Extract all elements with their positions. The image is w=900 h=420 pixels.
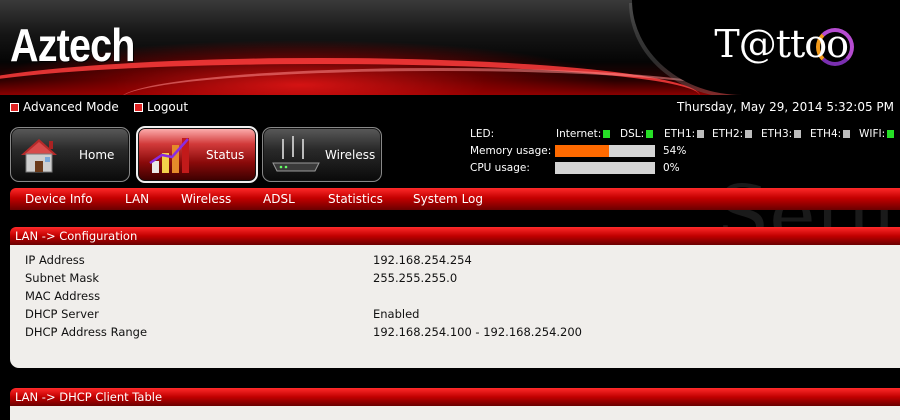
led-eth2: ETH2: — [712, 128, 753, 140]
bar-chart-icon — [149, 138, 189, 173]
dhcp-table-header: LAN -> DHCP Client Table — [10, 388, 900, 406]
led-indicator-icon — [697, 130, 705, 138]
led-indicator-icon — [745, 130, 753, 138]
led-indicator-icon — [646, 130, 654, 138]
mac-address-label: MAC Address — [25, 289, 101, 303]
ip-address-value: 192.168.254.254 — [373, 253, 472, 267]
led-label: LED: — [470, 128, 495, 140]
led-internet: Internet: — [556, 128, 611, 140]
top-bar: Advanced Mode Logout Thursday, May 29, 2… — [0, 95, 900, 119]
router-icon — [272, 136, 320, 172]
nav-wireless-label: Wireless — [325, 148, 376, 162]
lan-config-panel: IP Address 192.168.254.254 Subnet Mask 2… — [10, 245, 900, 368]
led-indicator-icon — [843, 130, 851, 138]
lan-config-header: LAN -> Configuration — [10, 227, 900, 245]
subnet-mask-value: 255.255.255.0 — [373, 271, 458, 285]
dhcp-server-label: DHCP Server — [25, 307, 99, 321]
led-dsl-label: DSL: — [620, 128, 645, 140]
led-wifi: WIFI: — [859, 128, 895, 140]
menu-system-log[interactable]: System Log — [413, 192, 483, 206]
led-indicator-icon — [794, 130, 802, 138]
menu-statistics[interactable]: Statistics — [328, 192, 383, 206]
dhcp-table-title: LAN -> DHCP Client Table — [15, 390, 163, 404]
led-eth2-label: ETH2: — [712, 128, 744, 140]
cpu-usage-bar — [555, 162, 655, 174]
datetime-display: Thursday, May 29, 2014 5:32:05 PM — [677, 100, 894, 114]
tattoo-logo: T@ttoo — [714, 22, 849, 66]
menu-lan[interactable]: LAN — [125, 192, 149, 206]
dhcp-range-label: DHCP Address Range — [25, 325, 148, 339]
advanced-mode-label: Advanced Mode — [23, 100, 119, 114]
dhcp-range-value: 192.168.254.100 - 192.168.254.200 — [373, 325, 582, 339]
led-eth3: ETH3: — [761, 128, 802, 140]
menu-adsl[interactable]: ADSL — [263, 192, 295, 206]
led-eth4: ETH4: — [810, 128, 851, 140]
square-bullet-icon — [10, 102, 19, 112]
menu-device-info[interactable]: Device Info — [25, 192, 93, 206]
subnet-mask-label: Subnet Mask — [25, 271, 100, 285]
led-indicator-icon — [887, 130, 895, 138]
led-eth3-label: ETH3: — [761, 128, 793, 140]
logout-link[interactable]: Logout — [134, 100, 188, 114]
memory-usage-label: Memory usage: — [470, 145, 552, 157]
lan-config-title: LAN -> Configuration — [15, 229, 138, 243]
led-dsl: DSL: — [620, 128, 654, 140]
memory-usage-value: 54% — [663, 145, 687, 157]
cpu-usage-label: CPU usage: — [470, 162, 530, 174]
led-eth4-label: ETH4: — [810, 128, 842, 140]
nav-status-label: Status — [206, 148, 245, 162]
advanced-mode-link[interactable]: Advanced Mode — [10, 100, 119, 114]
square-bullet-icon — [134, 102, 143, 112]
nav-home-button[interactable]: Home — [10, 127, 130, 182]
dhcp-table-panel — [10, 406, 900, 420]
nav-status-button[interactable]: Status — [136, 126, 258, 183]
logout-label: Logout — [147, 100, 189, 114]
house-icon — [21, 139, 57, 173]
memory-usage-bar — [555, 145, 655, 157]
brand-logo: Aztech — [10, 19, 135, 71]
led-internet-label: Internet: — [556, 128, 602, 140]
dhcp-server-value: Enabled — [373, 307, 420, 321]
ip-address-label: IP Address — [25, 253, 85, 267]
cpu-usage-value: 0% — [663, 162, 680, 174]
memory-usage-fill — [555, 145, 609, 157]
led-eth1-label: ETH1: — [664, 128, 696, 140]
led-indicator-icon — [603, 130, 611, 138]
led-eth1: ETH1: — [664, 128, 705, 140]
sub-menu-bar: Device Info LAN Wireless ADSL Statistics… — [10, 188, 900, 210]
led-wifi-label: WIFI: — [859, 128, 886, 140]
menu-wireless[interactable]: Wireless — [181, 192, 231, 206]
nav-wireless-button[interactable]: Wireless — [262, 127, 382, 182]
header-banner: Aztech T@ttoo — [0, 0, 900, 95]
nav-home-label: Home — [79, 148, 115, 162]
